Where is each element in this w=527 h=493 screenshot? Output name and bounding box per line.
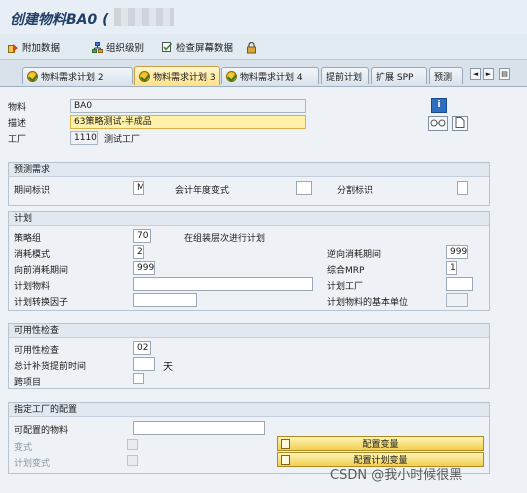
additional-data-icon (8, 42, 19, 53)
plant-label: 工厂 (8, 135, 27, 145)
tab-label: 物料需求计划 4 (240, 72, 303, 83)
backward-period-label: 逆向消耗期间 (327, 250, 382, 260)
material-field: BA0 (70, 99, 306, 113)
info-button[interactable]: i (431, 98, 447, 113)
group-title: 预测需求 (9, 163, 489, 177)
configurable-material-label: 可配置的物料 (14, 426, 69, 436)
consumption-mode-field[interactable]: 2 (133, 245, 144, 259)
cross-project-label: 跨项目 (14, 378, 42, 388)
tab-list-button[interactable]: ▤ (499, 68, 510, 80)
strategy-group-desc: 在组装层次进行计划 (184, 234, 266, 244)
backward-period-field[interactable]: 999 (446, 245, 468, 259)
lock-icon (246, 41, 257, 53)
consumption-mode-label: 消耗模式 (14, 250, 51, 260)
status-check-icon (139, 70, 150, 82)
availability-check-label: 可用性检查 (14, 346, 60, 356)
split-indicator-field[interactable] (457, 181, 468, 195)
forward-period-label: 向前消耗期间 (14, 266, 69, 276)
tab-label: 提前计划 (326, 72, 363, 83)
replenishment-leadtime-field[interactable] (133, 357, 155, 371)
mixed-mrp-label: 综合MRP (327, 266, 365, 276)
group-planning: 计划 策略组 70 在组装层次进行计划 消耗模式 2 逆向消耗期间 999 向前… (8, 211, 490, 311)
planning-plant-field[interactable] (446, 277, 473, 291)
conversion-factor-field[interactable] (133, 293, 197, 307)
title-bar: 创建物料BA0 ( (0, 0, 527, 34)
long-text-button[interactable] (452, 116, 468, 131)
planning-plant-label: 计划工厂 (327, 282, 364, 292)
plant-name: 测试工厂 (104, 135, 141, 145)
strategy-group-field[interactable]: 70 (133, 229, 151, 243)
planning-variant-checkbox (127, 455, 138, 466)
additional-data-button[interactable]: 附加数据 (8, 40, 60, 54)
base-unit-label: 计划物料的基本单位 (327, 298, 409, 308)
group-title: 可用性检查 (9, 324, 489, 338)
org-levels-icon (92, 41, 103, 53)
main-panel: 物料 BA0 描述 63策略测试-半成品 工厂 1110 测试工厂 i 预测需求… (0, 86, 527, 493)
planning-material-field[interactable] (133, 277, 313, 291)
split-indicator-label: 分割标识 (337, 186, 374, 196)
group-forecast-requirements: 预测需求 期间标识 M 会计年度变式 分割标识 (8, 162, 490, 206)
tab-forecast[interactable]: 预测 (429, 67, 463, 84)
description-field[interactable]: 63策略测试-半成品 (70, 115, 306, 129)
watermark: CSDN @我小时候很黑 (330, 468, 463, 483)
description-label: 描述 (8, 119, 27, 129)
leadtime-unit: 天 (163, 362, 173, 373)
configure-variant-label: 配置变量 (362, 440, 399, 450)
conversion-factor-label: 计划转换因子 (14, 298, 69, 308)
material-label: 物料 (8, 103, 27, 113)
group-title: 计划 (9, 212, 489, 226)
document-icon (455, 117, 465, 128)
variant-checkbox (127, 439, 138, 450)
glasses-icon (430, 119, 446, 127)
tab-label: 物料需求计划 2 (41, 72, 104, 83)
window-title: 创建物料BA0 ( (10, 12, 109, 28)
status-check-icon (226, 70, 237, 82)
org-levels-button[interactable]: 组织级别 (92, 40, 144, 54)
variant-label: 变式 (14, 443, 33, 453)
configure-icon (281, 455, 290, 465)
period-indicator-field[interactable]: M (133, 181, 144, 195)
configure-icon (281, 439, 290, 449)
tab-strip: 物料需求计划 2 物料需求计划 3 物料需求计划 4 提前计划 扩展 SPP 预… (0, 60, 527, 86)
planning-material-label: 计划物料 (14, 282, 51, 292)
period-indicator-label: 期间标识 (14, 186, 51, 196)
additional-data-label: 附加数据 (22, 43, 61, 54)
check-screen-data-label: 检查屏幕数据 (176, 43, 234, 54)
planning-variant-label: 计划变式 (14, 459, 51, 469)
tab-label: 物料需求计划 3 (153, 72, 216, 83)
lock-button[interactable] (246, 40, 257, 54)
tab-prev-button[interactable]: ◄ (470, 68, 481, 80)
mixed-mrp-field[interactable]: 1 (446, 261, 457, 275)
tab-label: 扩展 SPP (376, 72, 414, 83)
configure-variant-button[interactable]: 配置变量 (277, 436, 484, 451)
plant-field: 1110 (70, 131, 98, 145)
tab-label: 预测 (434, 72, 453, 83)
strategy-group-label: 策略组 (14, 234, 42, 244)
tab-mrp-3[interactable]: 物料需求计划 3 (134, 66, 220, 85)
status-check-icon (27, 70, 38, 82)
check-screen-data-button[interactable]: 检查屏幕数据 (162, 40, 233, 54)
tab-advance-planning[interactable]: 提前计划 (321, 67, 369, 84)
tab-mrp-2[interactable]: 物料需求计划 2 (22, 67, 133, 84)
group-title: 指定工厂的配置 (9, 403, 489, 417)
org-levels-label: 组织级别 (106, 43, 145, 54)
base-unit-field (446, 293, 468, 307)
availability-check-field[interactable]: 02 (133, 341, 151, 355)
additional-text-button[interactable] (428, 116, 448, 131)
redacted-area (114, 8, 174, 26)
group-availability-check: 可用性检查 可用性检查 02 总计补货提前时间 天 跨项目 (8, 323, 490, 389)
forward-period-field[interactable]: 999 (133, 261, 155, 275)
application-toolbar: 附加数据 组织级别 检查屏幕数据 (0, 34, 527, 60)
fiscal-variant-label: 会计年度变式 (175, 186, 230, 196)
cross-project-checkbox[interactable] (133, 373, 144, 384)
tab-next-button[interactable]: ► (483, 68, 494, 80)
replenishment-leadtime-label: 总计补货提前时间 (14, 362, 87, 372)
configurable-material-field[interactable] (133, 421, 265, 435)
fiscal-variant-field[interactable] (296, 181, 312, 195)
check-screen-icon (162, 41, 173, 53)
tab-mrp-4[interactable]: 物料需求计划 4 (221, 67, 319, 84)
tab-extended-spp[interactable]: 扩展 SPP (371, 67, 427, 84)
